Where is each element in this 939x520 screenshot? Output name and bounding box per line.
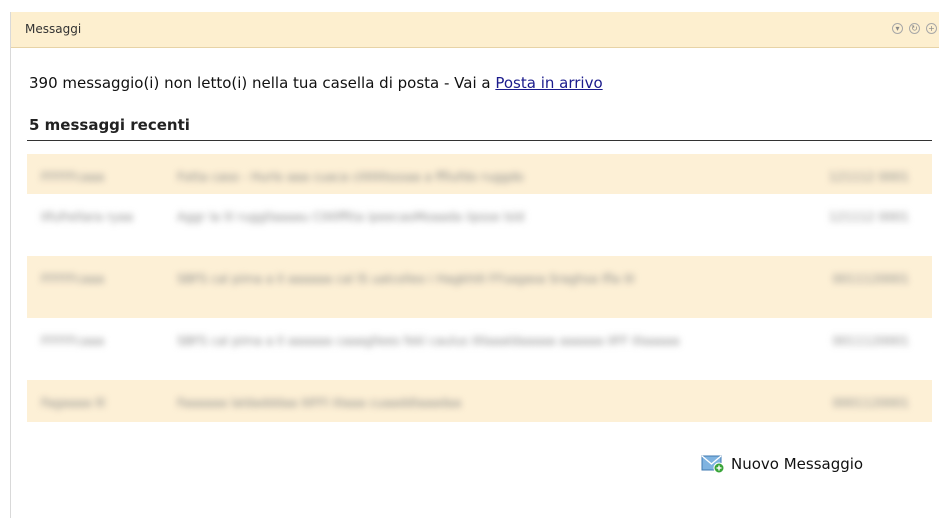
message-subject: SBFS cal pima a II aaaaaa caaagllees fek…: [177, 334, 680, 348]
message-date: 121112 0001: [828, 210, 909, 224]
message-sender: FFFFFcaaa: [41, 170, 105, 184]
message-subject: Aggr la lil ruggllaaaau CIIIIlfftta ipee…: [177, 210, 525, 224]
add-icon[interactable]: +: [926, 23, 937, 34]
widget-title: Messaggi: [25, 22, 82, 36]
widget-header: Messaggi ▾ ↻ +: [11, 12, 939, 48]
message-row[interactable]: FFFFFcaaa Fotta caso - Hurlo aaa cuaca c…: [27, 154, 932, 194]
recent-messages-heading: 5 messaggi recenti: [29, 116, 190, 134]
message-row[interactable]: IIfufrellara ryaa Aggr la lil ruggllaaaa…: [27, 194, 932, 256]
recent-messages-list: FFFFFcaaa Fotta caso - Hurlo aaa cuaca c…: [27, 154, 932, 422]
new-message-button[interactable]: Nuovo Messaggio: [701, 454, 863, 474]
message-row[interactable]: FFFFFcaaa SBFS cal pima a II aaaaaa cal …: [27, 256, 932, 318]
inbox-link[interactable]: Posta in arrivo: [495, 74, 602, 92]
message-date: 0011120001: [832, 272, 909, 286]
collapse-icon[interactable]: ▾: [892, 23, 903, 34]
message-sender: FFFFFcaaa: [41, 272, 105, 286]
envelope-new-icon: [701, 455, 725, 474]
message-subject: SBFS cal pima a II aaaaaa cal lS ualcoll…: [177, 272, 635, 286]
header-controls: ▾ ↻ +: [892, 23, 937, 34]
messages-widget: Messaggi ▾ ↻ + 390 messaggio(i) non lett…: [10, 12, 939, 518]
message-subject: Faaaaaa laldadddaa IIIFFI IIIaaa cuaaddl…: [177, 396, 462, 410]
heading-divider: [27, 140, 932, 141]
message-sender: FFFFFcaaa: [41, 334, 105, 348]
message-subject: Fotta caso - Hurlo aaa cuaca cIIIIIIIIss…: [177, 170, 524, 184]
message-row[interactable]: FFFFFcaaa SBFS cal pima a II aaaaaa caaa…: [27, 318, 932, 380]
message-row[interactable]: Fagaaaa lll Faaaaaa laldadddaa IIIFFI II…: [27, 380, 932, 422]
refresh-icon[interactable]: ↻: [909, 23, 920, 34]
message-date: 121112 0001: [828, 170, 909, 184]
message-sender: Fagaaaa lll: [41, 396, 106, 410]
message-sender: IIfufrellara ryaa: [41, 210, 134, 224]
unread-summary: 390 messaggio(i) non letto(i) nella tua …: [29, 74, 603, 92]
unread-text: 390 messaggio(i) non letto(i) nella tua …: [29, 74, 496, 92]
message-date: 0011120001: [832, 334, 909, 348]
message-date: 0001120001: [832, 396, 909, 410]
new-message-label: Nuovo Messaggio: [731, 455, 864, 473]
